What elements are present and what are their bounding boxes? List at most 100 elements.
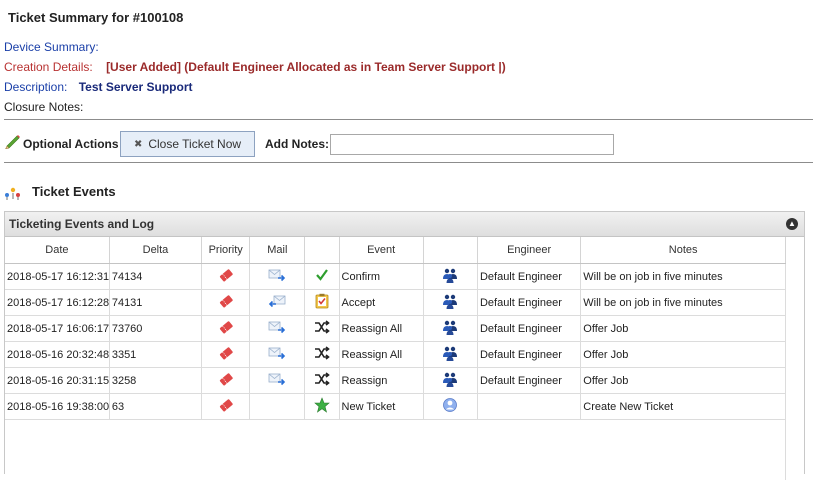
cell-event-icon: [304, 263, 340, 290]
table-row[interactable]: 2018-05-17 16:06:17 73760 Reassign All Defa…: [5, 315, 786, 342]
creation-details-label: Creation Details:: [4, 60, 93, 74]
column-header-date[interactable]: Date: [5, 237, 110, 264]
cell-delta: 3258: [109, 367, 203, 394]
cell-engineer: Default Engineer: [477, 367, 582, 394]
cell-delta: 3351: [109, 341, 203, 368]
cell-mail: [249, 393, 306, 420]
column-header-notes[interactable]: Notes: [580, 237, 786, 264]
people-icon: [442, 319, 458, 338]
cell-event: Accept: [339, 289, 424, 316]
cell-event: New Ticket: [339, 393, 424, 420]
cell-engineer-icon: [423, 367, 478, 394]
events-table-body: 2018-05-17 16:12:31 74134 Confirm Default E…: [5, 263, 786, 420]
pencil-icon: [5, 135, 20, 149]
ticket-icon: [218, 319, 234, 338]
cell-engineer-icon: [423, 341, 478, 368]
table-row[interactable]: 2018-05-17 16:12:31 74134 Confirm Default E…: [5, 263, 786, 290]
cell-event: Reassign All: [339, 341, 424, 368]
cell-delta: 74131: [109, 289, 203, 316]
cell-event: Confirm: [339, 263, 424, 290]
cell-engineer: Default Engineer: [477, 341, 582, 368]
cell-event: Reassign: [339, 367, 424, 394]
shuffle-icon: [314, 372, 330, 389]
star-icon: [314, 397, 330, 416]
cell-date: 2018-05-17 16:12:31: [5, 263, 110, 290]
cell-notes: Create New Ticket: [580, 393, 786, 420]
people-icon: [442, 293, 458, 312]
ticket-icon: [218, 267, 234, 286]
people-icon: [442, 267, 458, 286]
ticket-icon: [218, 345, 234, 364]
cell-priority: [201, 393, 251, 420]
cell-delta: 73760: [109, 315, 203, 342]
column-header-engineer-icon[interactable]: [423, 237, 478, 264]
page-title: Ticket Summary for #100108: [8, 10, 184, 25]
check-icon: [315, 268, 329, 285]
ticket-events-title: Ticket Events: [32, 184, 116, 199]
cell-date: 2018-05-16 19:38:00: [5, 393, 110, 420]
mail-out-icon: [268, 346, 286, 363]
cell-priority: [201, 341, 251, 368]
events-table-header-row: Date Delta Priority Mail Event Engineer …: [5, 237, 786, 264]
column-header-engineer[interactable]: Engineer: [477, 237, 582, 264]
column-header-mail[interactable]: Mail: [249, 237, 306, 264]
cell-event-icon: [304, 341, 340, 368]
cell-event-icon: [304, 393, 340, 420]
cell-mail: [249, 263, 306, 290]
column-header-priority[interactable]: Priority: [201, 237, 251, 264]
cell-notes: Offer Job: [580, 367, 786, 394]
shuffle-icon: [314, 346, 330, 363]
people-icon: [442, 345, 458, 364]
close-ticket-button[interactable]: ✖ Close Ticket Now: [120, 131, 255, 157]
optional-actions-bar: Optional Actions ✖ Close Ticket Now Add …: [4, 131, 813, 159]
events-table-empty-area: [5, 420, 786, 480]
add-notes-input[interactable]: [330, 134, 614, 155]
cell-event-icon: [304, 315, 340, 342]
divider: [4, 119, 813, 120]
cell-date: 2018-05-16 20:31:15: [5, 367, 110, 394]
clipboard-check-icon: [315, 293, 329, 312]
table-row[interactable]: 2018-05-16 20:31:15 3258 Reassign Default E…: [5, 367, 786, 394]
cell-engineer-icon: [423, 393, 478, 420]
column-header-event-icon[interactable]: [304, 237, 340, 264]
mail-out-icon: [268, 372, 286, 389]
cell-priority: [201, 367, 251, 394]
table-row[interactable]: 2018-05-17 16:12:28 74131 Accept Default En…: [5, 289, 786, 316]
cell-date: 2018-05-17 16:12:28: [5, 289, 110, 316]
cell-notes: Will be on job in five minutes: [580, 263, 786, 290]
cell-event-icon: [304, 289, 340, 316]
table-row[interactable]: 2018-05-16 19:38:00 63 New Ticket Create Ne…: [5, 393, 786, 420]
globe-icon: [442, 397, 458, 416]
cell-engineer-icon: [423, 289, 478, 316]
events-panel-title: Ticketing Events and Log: [9, 217, 155, 231]
cell-mail: [249, 341, 306, 368]
cell-engineer: Default Engineer: [477, 315, 582, 342]
shuffle-icon: [314, 320, 330, 337]
cell-engineer-icon: [423, 315, 478, 342]
collapse-icon[interactable]: ▲: [786, 218, 798, 230]
cell-priority: [201, 263, 251, 290]
cell-engineer: Default Engineer: [477, 289, 582, 316]
cell-engineer: Default Engineer: [477, 263, 582, 290]
cell-date: 2018-05-17 16:06:17: [5, 315, 110, 342]
cell-notes: Offer Job: [580, 341, 786, 368]
description-label: Description:: [4, 80, 68, 94]
creation-details-value: [User Added] (Default Engineer Allocated…: [106, 60, 506, 74]
events-sparkle-icon: [5, 187, 20, 200]
cell-notes: Will be on job in five minutes: [580, 289, 786, 316]
column-header-delta[interactable]: Delta: [109, 237, 203, 264]
cell-engineer: [477, 393, 582, 420]
cell-mail: [249, 367, 306, 394]
creation-details-row: Creation Details: [User Added] (Default …: [4, 60, 506, 74]
mail-out-icon: [268, 268, 286, 285]
mail-out-icon: [268, 320, 286, 337]
ticket-icon: [218, 371, 234, 390]
events-table: Date Delta Priority Mail Event Engineer …: [5, 237, 786, 420]
cell-date: 2018-05-16 20:32:48: [5, 341, 110, 368]
cell-delta: 63: [109, 393, 203, 420]
table-row[interactable]: 2018-05-16 20:32:48 3351 Reassign All Defau…: [5, 341, 786, 368]
column-header-event[interactable]: Event: [339, 237, 424, 264]
people-icon: [442, 371, 458, 390]
closure-notes-label: Closure Notes:: [4, 100, 84, 114]
description-row: Description: Test Server Support: [4, 80, 193, 94]
